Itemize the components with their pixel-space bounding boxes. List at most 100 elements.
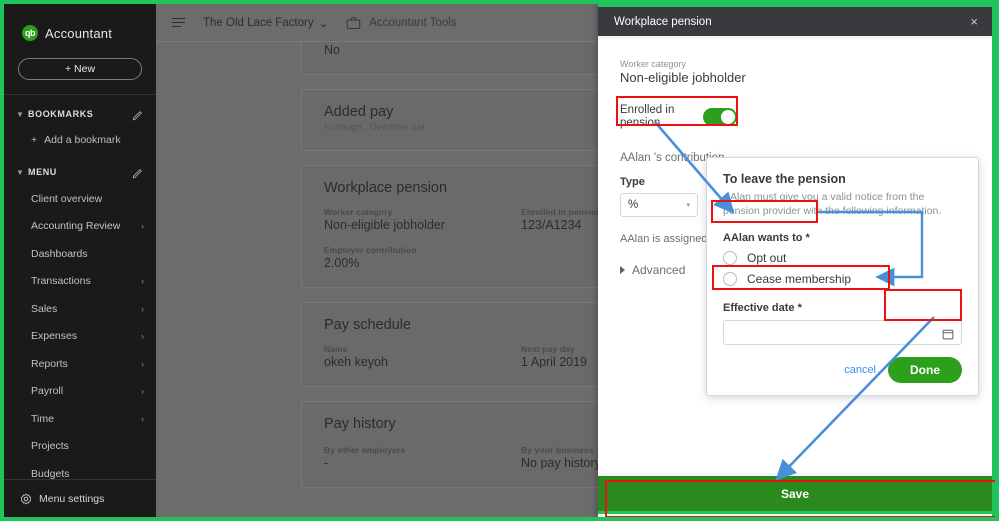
drawer-body: Worker category Non-eligible jobholder E…	[598, 39, 992, 473]
calendar-icon[interactable]	[942, 327, 954, 339]
add-bookmark-item[interactable]: + Add a bookmark	[4, 127, 156, 153]
field-value: -	[324, 456, 329, 470]
type-select[interactable]: % ▾	[620, 193, 698, 217]
popover-title: To leave the pension	[723, 172, 846, 186]
workplace-pension-drawer: Workplace pension × Worker category Non-…	[598, 4, 995, 517]
company-name: The Old Lace Factory	[203, 16, 314, 29]
sidebar-item-reports[interactable]: Reports ›	[4, 350, 156, 378]
sidebar-section-bookmarks[interactable]: ▼ BOOKMARKS	[4, 101, 156, 127]
menu-settings-label: Menu settings	[39, 492, 105, 505]
save-button[interactable]: Save	[598, 476, 992, 514]
field-value: Non-eligible jobholder	[324, 218, 445, 232]
sidebar-section-menu[interactable]: ▼ MENU	[4, 159, 156, 185]
sidebar-item-expenses[interactable]: Expenses ›	[4, 323, 156, 351]
sidebar-item-label: Dashboards	[31, 247, 88, 260]
sidebar-item-payroll[interactable]: Payroll ›	[4, 378, 156, 406]
sidebar-item-label: Payroll	[31, 385, 64, 398]
enrolled-in-pension-toggle[interactable]	[703, 108, 737, 126]
radio-label: Cease membership	[747, 272, 852, 286]
field-value: okeh keyoh	[324, 355, 388, 369]
field-value: 2.00%	[324, 256, 360, 270]
sidebar-item-projects[interactable]: Projects	[4, 433, 156, 461]
field-label: By other employers	[324, 445, 406, 455]
company-switcher[interactable]: The Old Lace Factory ⌄	[203, 16, 328, 30]
menu-settings-item[interactable]: Menu settings	[4, 479, 156, 517]
chevron-right-icon: ›	[141, 358, 144, 369]
sidebar-item-label: Time	[31, 412, 54, 425]
advanced-label: Advanced	[632, 263, 686, 277]
popover-question-label: AAlan wants to *	[723, 232, 810, 244]
chevron-right-icon: ›	[141, 413, 144, 424]
brand-logo: qb Accountant	[4, 4, 156, 46]
popover-description: AAlan must give you a valid notice from …	[723, 191, 942, 217]
radio-icon	[723, 272, 737, 286]
enrolled-in-pension-row: Enrolled in pension	[620, 104, 970, 130]
left-sidebar: qb Accountant + New ▼ BOOKMARKS + Add a …	[4, 4, 156, 517]
new-button[interactable]: + New	[18, 58, 142, 80]
effective-date-label: Effective date *	[723, 302, 802, 314]
drawer-worker-category-value: Non-eligible jobholder	[620, 70, 746, 85]
sidebar-item-label: Budgets	[31, 467, 70, 480]
chevron-right-icon: ›	[141, 276, 144, 287]
cancel-link[interactable]: cancel	[844, 364, 876, 376]
chevron-down-icon: ▼	[16, 109, 24, 119]
edit-pencil-icon[interactable]	[132, 108, 144, 121]
chevron-down-icon: ⌄	[318, 17, 329, 30]
quickbooks-logo-icon: qb	[22, 25, 38, 41]
chevron-right-icon: ›	[141, 386, 144, 397]
radio-icon	[723, 251, 737, 265]
toggle-knob	[721, 110, 735, 124]
sidebar-item-label: Expenses	[31, 330, 78, 343]
chevron-down-icon: ▼	[16, 167, 24, 177]
radio-label: Opt out	[747, 251, 787, 265]
sidebar-section-label: MENU	[28, 167, 57, 177]
sidebar-item-label: Transactions	[31, 275, 91, 288]
pay-history-other-employers: By other employers -	[324, 445, 521, 470]
radio-option-opt-out[interactable]: Opt out	[723, 251, 962, 265]
accountant-tools-button[interactable]: Accountant Tools	[346, 16, 457, 30]
brand-name: Accountant	[45, 25, 113, 41]
sidebar-item-sales[interactable]: Sales ›	[4, 295, 156, 323]
edit-pencil-icon[interactable]	[132, 166, 144, 179]
plus-icon: +	[31, 134, 38, 146]
drawer-header: Workplace pension ×	[598, 7, 992, 36]
enrolled-in-pension-label: Enrolled in pension	[620, 104, 675, 129]
sidebar-item-label: Client overview	[31, 192, 103, 205]
drawer-title: Workplace pension	[614, 15, 712, 28]
sidebar-item-label: Accounting Review	[31, 220, 121, 233]
sidebar-item-accounting-review[interactable]: Accounting Review ›	[4, 213, 156, 241]
pay-schedule-name: Name okeh keyoh	[324, 344, 521, 369]
sidebar-item-dashboards[interactable]: Dashboards	[4, 240, 156, 268]
radio-option-cease-membership[interactable]: Cease membership	[723, 272, 962, 286]
sidebar-divider-top	[4, 94, 156, 95]
field-label: Employer contribution	[324, 245, 417, 255]
app-window: qb Accountant + New ▼ BOOKMARKS + Add a …	[4, 4, 995, 517]
sidebar-item-label: Projects	[31, 440, 69, 453]
triangle-right-icon	[620, 266, 625, 274]
chevron-right-icon: ›	[141, 303, 144, 314]
field-label: Worker category	[324, 207, 393, 217]
sidebar-item-client-overview[interactable]: Client overview	[4, 185, 156, 213]
hamburger-menu-icon[interactable]	[172, 17, 185, 28]
field-label: Name	[324, 344, 348, 354]
close-icon[interactable]: ×	[970, 15, 978, 28]
done-button[interactable]: Done	[888, 357, 962, 383]
type-select-value: %	[628, 199, 639, 211]
screenshot-frame: qb Accountant + New ▼ BOOKMARKS + Add a …	[0, 0, 999, 521]
pension-employer-contribution: Employer contribution 2.00%	[324, 245, 521, 270]
gear-icon	[20, 492, 32, 505]
accountant-tools-label: Accountant Tools	[369, 16, 457, 29]
effective-date-input[interactable]	[723, 320, 962, 345]
sidebar-item-time[interactable]: Time ›	[4, 405, 156, 433]
leave-pension-popover: To leave the pension AAlan must give you…	[706, 157, 979, 396]
popover-actions: cancel Done	[723, 357, 962, 383]
chevron-right-icon: ›	[141, 331, 144, 342]
add-bookmark-label: Add a bookmark	[44, 134, 121, 146]
briefcase-icon	[346, 16, 361, 30]
drawer-worker-category-label: Worker category	[620, 59, 686, 69]
sidebar-item-label: Reports	[31, 357, 68, 370]
sidebar-item-label: Sales	[31, 302, 58, 315]
chevron-down-icon: ▾	[686, 202, 690, 209]
sidebar-section-label: BOOKMARKS	[28, 109, 94, 119]
sidebar-item-transactions[interactable]: Transactions ›	[4, 268, 156, 296]
